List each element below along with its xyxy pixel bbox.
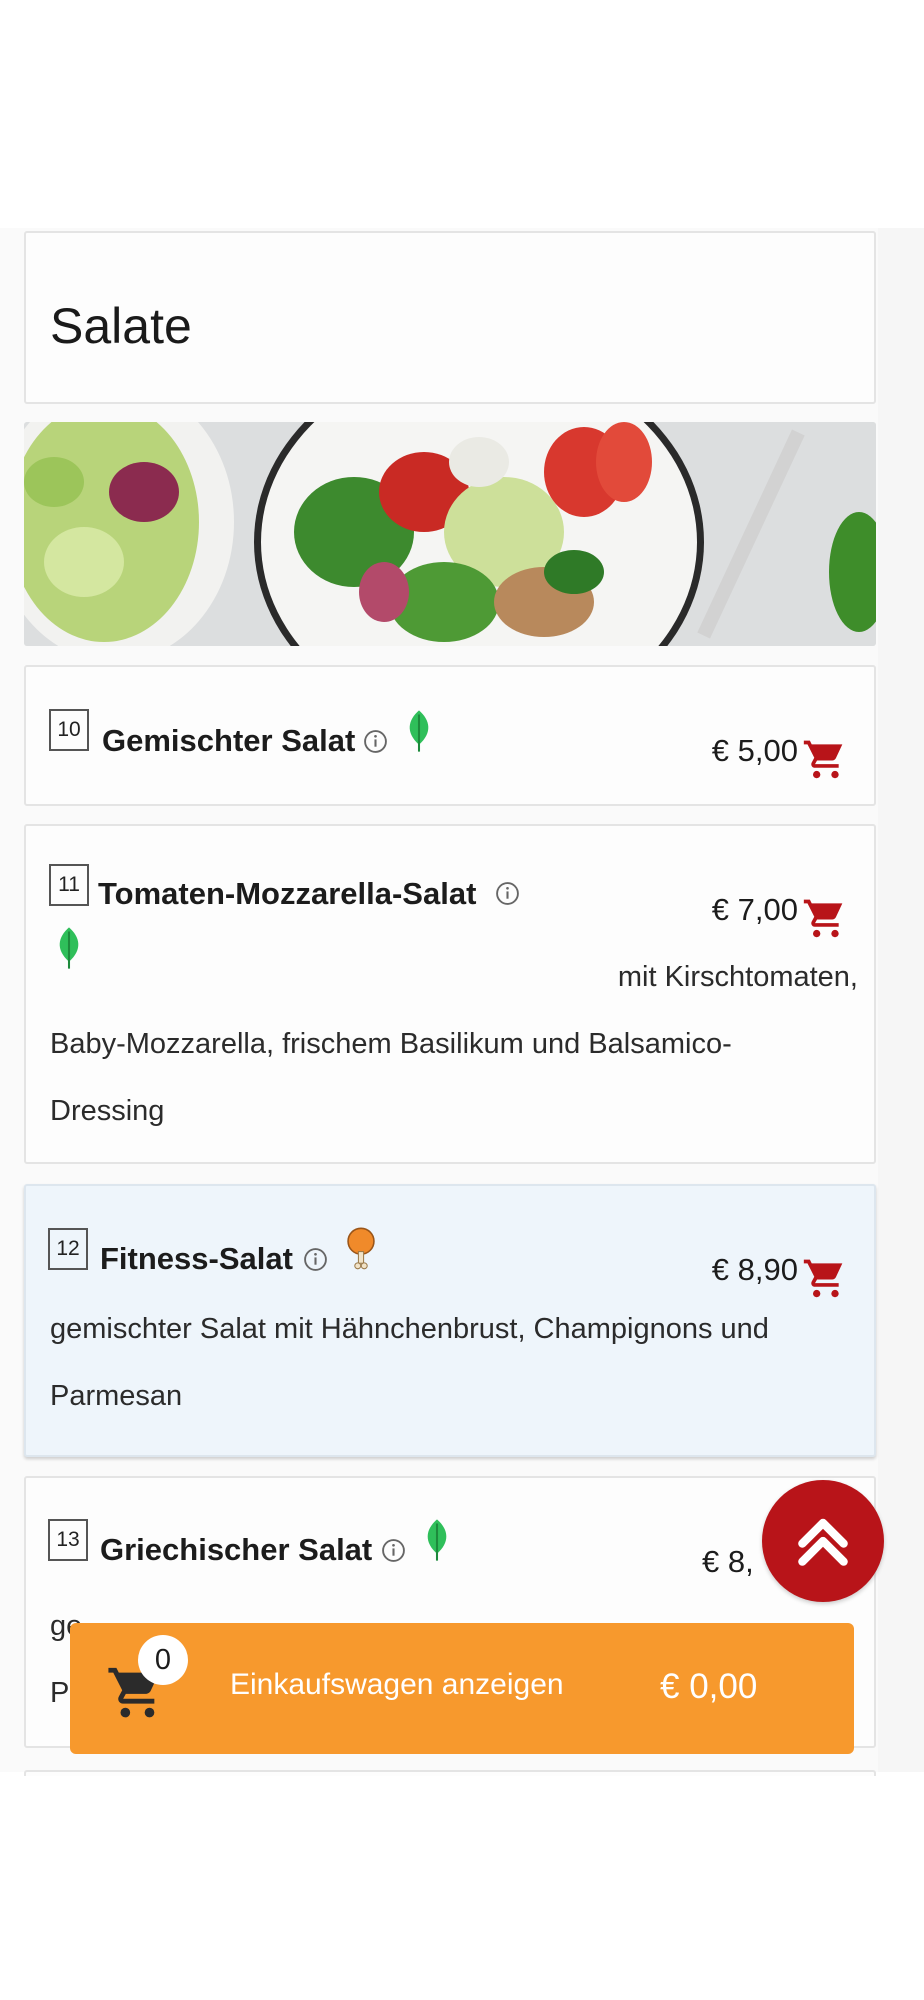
item-description: mit Kirschtomaten,	[617, 961, 858, 993]
item-price: € 5,00	[711, 733, 798, 768]
info-icon[interactable]	[363, 729, 388, 754]
item-price: € 8,	[702, 1544, 754, 1579]
add-to-cart-icon[interactable]	[801, 896, 847, 940]
category-title: Salate	[50, 298, 192, 354]
menu-item-card[interactable]: 10 Gemischter Salat € 5,00	[24, 665, 876, 806]
add-to-cart-icon[interactable]	[801, 1256, 847, 1300]
info-icon[interactable]	[495, 881, 520, 906]
leaf-icon	[427, 1519, 447, 1561]
menu-item-card[interactable]: 12 Fitness-Salat € 8,90 gemischter Salat…	[24, 1184, 876, 1457]
cart-total: € 0,00	[660, 1667, 758, 1706]
view-cart-button[interactable]: 0 Einkaufswagen anzeigen € 0,00	[70, 1623, 854, 1754]
item-description: Baby-Mozzarella, frischem Basilikum und …	[50, 1028, 732, 1060]
scroll-gutter	[878, 228, 924, 1772]
salad-photo	[24, 422, 876, 646]
item-description: Parmesan	[50, 1380, 183, 1412]
cart-count-badge: 0	[138, 1635, 188, 1685]
item-description: Dressing	[50, 1095, 165, 1127]
chicken-leg-icon	[347, 1227, 375, 1270]
item-price: € 8,90	[711, 1252, 798, 1287]
item-name[interactable]: Gemischter Salat	[102, 723, 355, 759]
item-description: gemischter Salat mit Hähnchenbrust, Cham…	[50, 1313, 769, 1345]
add-to-cart-icon[interactable]	[801, 737, 847, 781]
leaf-icon	[409, 710, 429, 752]
leaf-icon	[59, 927, 79, 969]
scroll-to-top-button[interactable]	[762, 1480, 884, 1602]
item-name[interactable]: Tomaten-Mozzarella-Salat	[98, 876, 476, 912]
cart-label: Einkaufswagen anzeigen	[230, 1668, 564, 1701]
item-name[interactable]: Fitness-Salat	[100, 1241, 293, 1277]
item-description: P	[50, 1677, 70, 1709]
menu-item-card[interactable]: 11 Tomaten-Mozzarella-Salat € 7,00 mit K…	[24, 824, 876, 1164]
item-number: 10	[49, 709, 89, 751]
info-icon[interactable]	[303, 1247, 328, 1272]
item-number: 11	[49, 864, 89, 906]
info-icon[interactable]	[381, 1538, 406, 1563]
item-price: € 7,00	[711, 892, 798, 927]
category-banner-image	[24, 422, 876, 646]
item-number: 13	[48, 1519, 88, 1561]
item-number: 12	[48, 1228, 88, 1270]
category-header: Salate	[24, 231, 876, 404]
item-name[interactable]: Griechischer Salat	[100, 1532, 372, 1568]
double-chevron-up-icon	[798, 1518, 848, 1566]
page-footer-space	[0, 1776, 924, 2000]
